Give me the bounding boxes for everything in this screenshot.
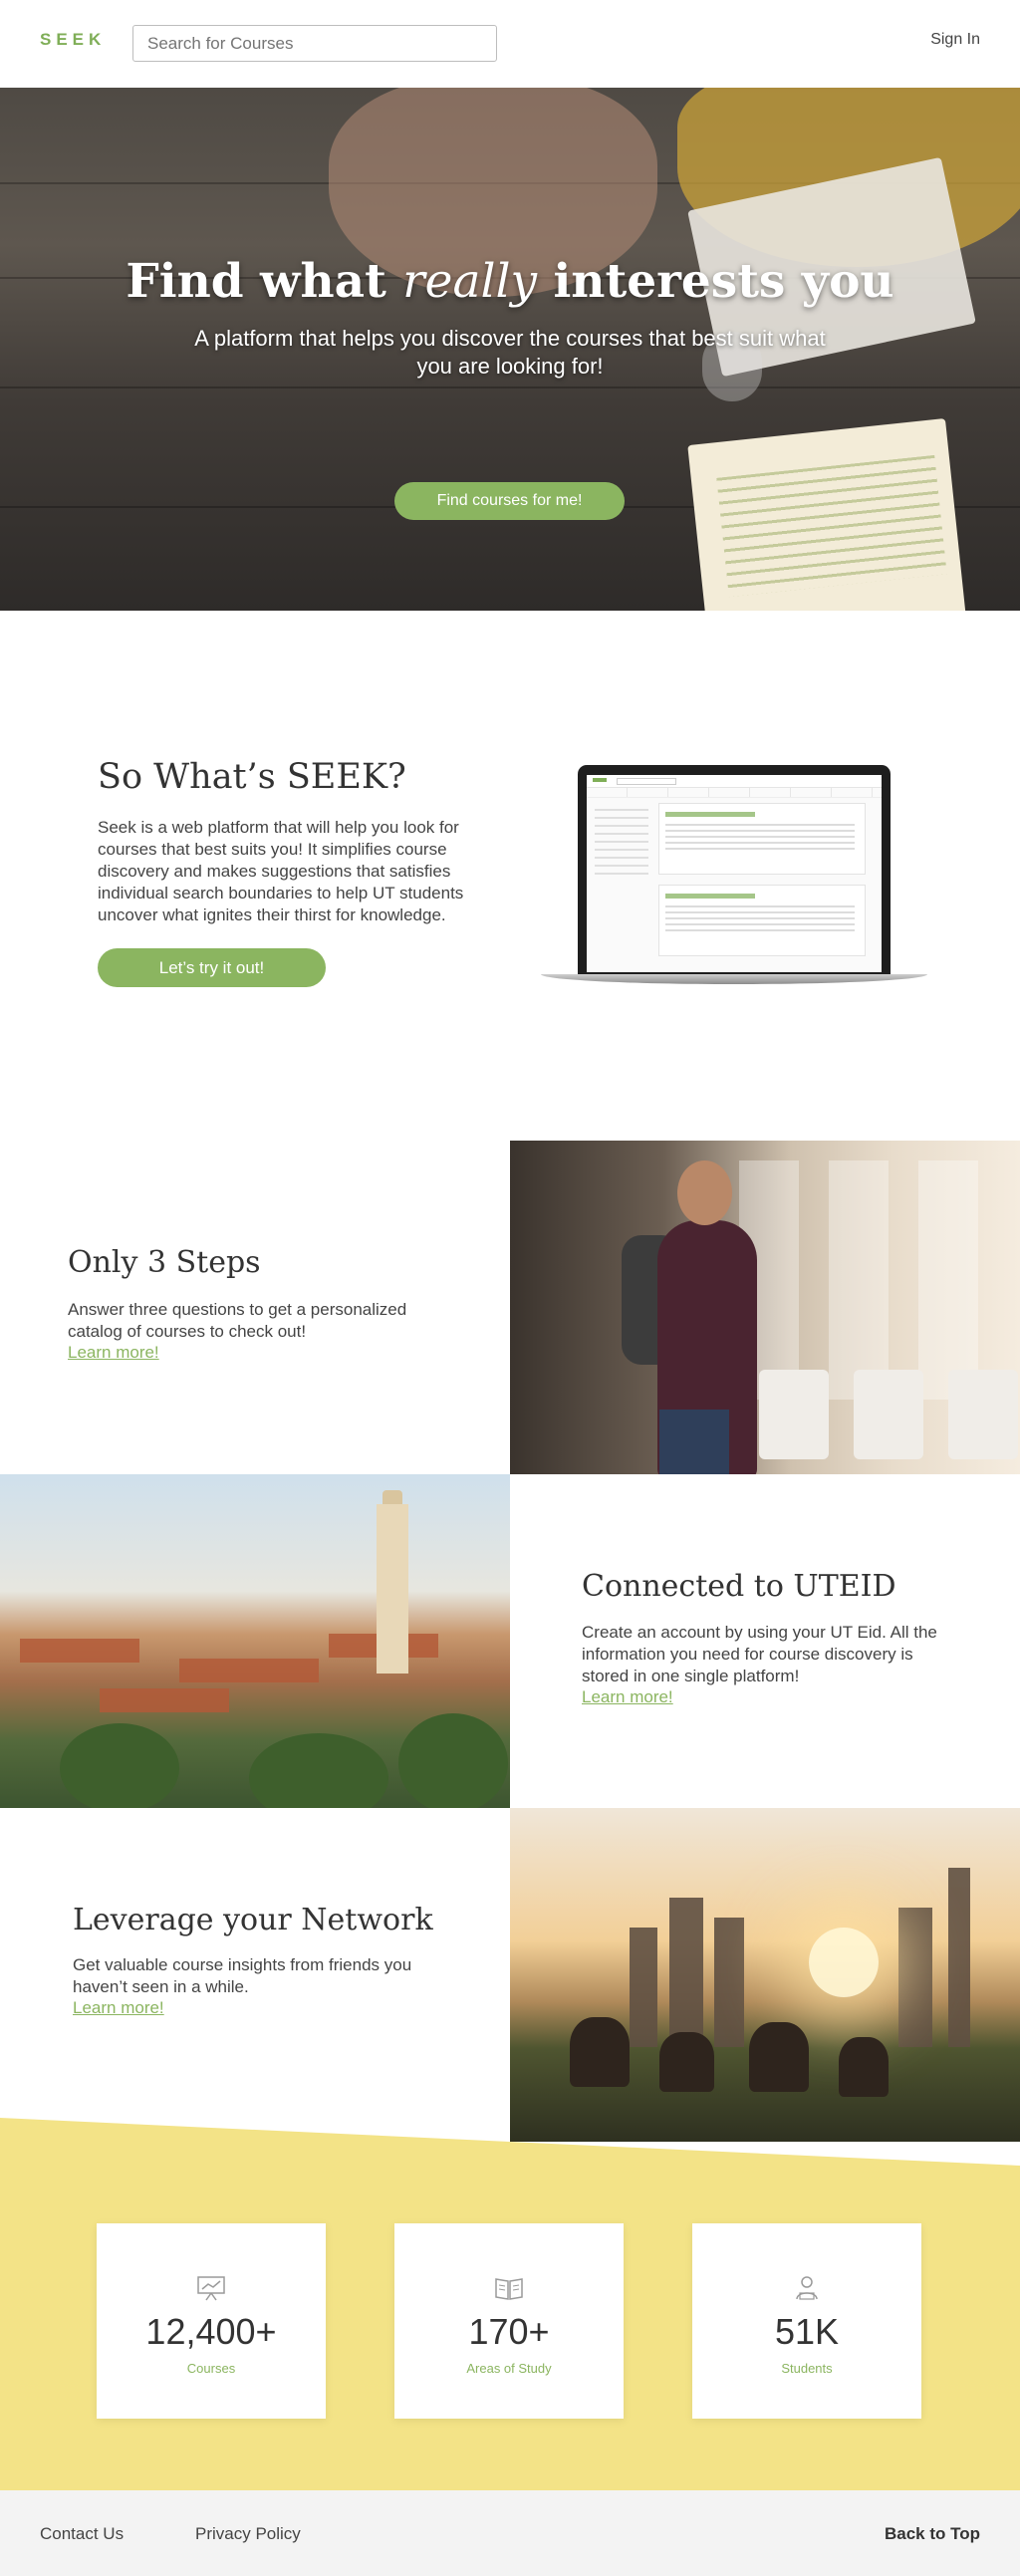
learn-more-link[interactable]: Learn more! xyxy=(73,1998,164,2018)
student-legs xyxy=(659,1410,729,1474)
book-icon xyxy=(495,2278,523,2300)
stat-card: 12,400+ Courses xyxy=(97,2223,326,2419)
preview-tabs xyxy=(587,788,882,798)
stat-value: 12,400+ xyxy=(145,2311,277,2352)
learn-more-link[interactable]: Learn more! xyxy=(582,1687,673,1707)
feature-title: Leverage your Network xyxy=(73,1903,433,1937)
radiator xyxy=(854,1370,923,1459)
person xyxy=(839,2037,889,2097)
seek-logo[interactable]: SEEK xyxy=(40,30,106,50)
stat-label: Courses xyxy=(186,2361,236,2376)
preview-search xyxy=(617,778,676,785)
student-head xyxy=(677,1160,732,1225)
table-plank xyxy=(0,386,1020,388)
laptop-screen xyxy=(578,765,891,976)
stat-label: Students xyxy=(781,2361,833,2376)
radiator xyxy=(759,1370,829,1459)
privacy-policy-link[interactable]: Privacy Policy xyxy=(195,2524,301,2544)
feature-text: Answer three questions to get a personal… xyxy=(68,1300,407,1341)
tree xyxy=(398,1713,508,1808)
campus-tower xyxy=(377,1504,408,1674)
building xyxy=(898,1908,932,2047)
sign-in-link[interactable]: Sign In xyxy=(930,31,980,49)
campus-roof xyxy=(20,1639,139,1663)
person xyxy=(749,2022,809,2092)
building xyxy=(948,1868,970,2047)
sun xyxy=(809,1928,879,1997)
stat-value: 51K xyxy=(774,2311,840,2352)
back-to-top-link[interactable]: Back to Top xyxy=(885,2524,980,2544)
contact-us-link[interactable]: Contact Us xyxy=(40,2524,124,2544)
feature-title: Only 3 Steps xyxy=(68,1245,261,1280)
feature-text: Create an account by using your UT Eid. … xyxy=(582,1623,937,1685)
window xyxy=(829,1160,889,1400)
about-title: So What’s SEEK? xyxy=(98,757,406,797)
student-icon xyxy=(796,2276,818,2300)
preview-card xyxy=(658,803,866,875)
site-footer: Contact Us Privacy Policy Back to Top xyxy=(0,2490,1020,2576)
preview-sidebar xyxy=(595,809,648,879)
preview-header xyxy=(587,775,882,788)
stat-card: 170+ Areas of Study xyxy=(394,2223,624,2419)
building xyxy=(714,1918,744,2047)
student-photo xyxy=(510,1141,1020,1474)
preview-card xyxy=(658,885,866,956)
campus-roof xyxy=(179,1659,319,1682)
person xyxy=(659,2032,714,2092)
app-preview xyxy=(587,775,882,972)
hero-title: Find what really interests you xyxy=(126,254,894,309)
feature-text: Get valuable course insights from friend… xyxy=(73,1955,412,1996)
laptop-base xyxy=(541,974,927,984)
search-input[interactable] xyxy=(132,25,497,62)
campus-roof xyxy=(100,1688,229,1712)
try-it-out-button[interactable]: Let’s try it out! xyxy=(98,948,326,987)
stat-label: Areas of Study xyxy=(466,2361,552,2376)
learn-more-link[interactable]: Learn more! xyxy=(68,1343,159,1363)
presentation-icon xyxy=(197,2276,225,2301)
site-header: SEEK Sign In xyxy=(0,0,1020,88)
preview-logo xyxy=(593,778,607,782)
stat-card: 51K Students xyxy=(692,2223,921,2419)
find-courses-button[interactable]: Find courses for me! xyxy=(394,482,625,520)
building xyxy=(630,1928,657,2047)
campus-photo xyxy=(0,1474,510,1808)
tree xyxy=(60,1723,179,1808)
about-text: Seek is a web platform that will help yo… xyxy=(98,818,464,924)
radiator xyxy=(948,1370,1018,1459)
hero-subtitle: A platform that helps you discover the c… xyxy=(194,326,826,379)
hero-book-text xyxy=(716,454,947,598)
feature-title: Connected to UTEID xyxy=(582,1569,896,1604)
window xyxy=(918,1160,978,1400)
tree xyxy=(249,1733,388,1808)
person xyxy=(570,2017,630,2087)
stat-value: 170+ xyxy=(468,2311,550,2352)
city-sunset-photo xyxy=(510,1808,1020,2142)
laptop-mockup xyxy=(541,765,927,986)
building xyxy=(669,1898,703,2047)
